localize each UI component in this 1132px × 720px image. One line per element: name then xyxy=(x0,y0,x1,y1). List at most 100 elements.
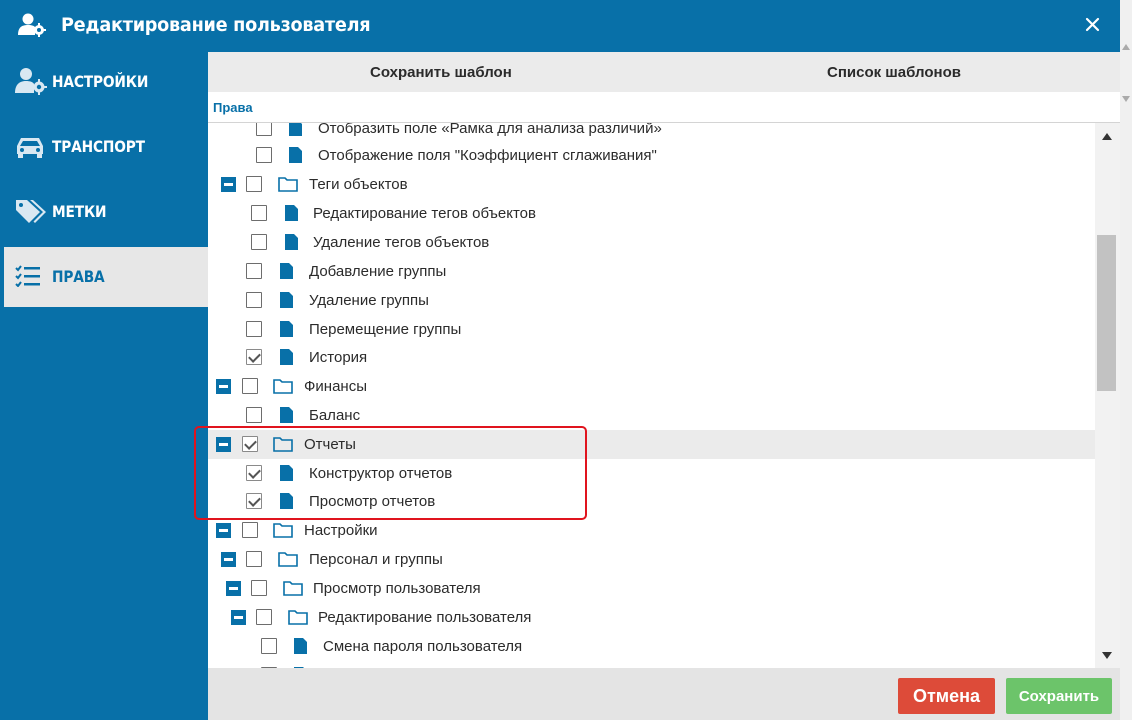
scroll-down-icon[interactable] xyxy=(1102,652,1112,659)
page-scroll-up-icon[interactable] xyxy=(1122,44,1130,50)
close-button[interactable] xyxy=(1082,14,1104,36)
tree-row: Теги объектов xyxy=(208,170,1095,199)
tree-row: Отчеты xyxy=(208,430,1095,459)
sidebar-item-label: НАСТРОЙКИ xyxy=(52,72,149,91)
section-title: Права xyxy=(213,100,253,115)
checkbox-checked[interactable] xyxy=(242,436,258,452)
tree-item-label: Персонал и группы xyxy=(309,551,443,568)
tree-row xyxy=(208,661,1095,668)
sidebar-item-label: ТРАНСПОРТ xyxy=(52,137,145,156)
tree-item-label: Перемещение группы xyxy=(309,321,462,338)
tree-item-label: Редактирование пользователя xyxy=(318,609,532,626)
tree-row: Редактирование пользователя xyxy=(208,603,1095,632)
tree-row: Настройки xyxy=(208,516,1095,545)
sidebar-item-transport[interactable]: ТРАНСПОРТ xyxy=(4,117,208,177)
tree-row: Баланс xyxy=(208,401,1095,430)
checkbox[interactable] xyxy=(261,638,277,654)
tags-icon xyxy=(15,198,47,229)
title-bar: Редактирование пользователя xyxy=(0,0,1120,52)
save-template-button[interactable]: Сохранить шаблон xyxy=(370,64,512,81)
checkbox[interactable] xyxy=(251,580,267,596)
document-icon xyxy=(280,292,293,308)
checkbox-checked[interactable] xyxy=(246,465,262,481)
document-icon xyxy=(280,349,293,365)
page-scrollbar[interactable] xyxy=(1120,0,1132,720)
folder-icon xyxy=(273,379,293,394)
document-icon xyxy=(289,147,302,163)
checkbox[interactable] xyxy=(246,407,262,423)
checkbox[interactable] xyxy=(246,321,262,337)
window-title: Редактирование пользователя xyxy=(61,14,371,36)
tree-row: Смена пароля пользователя xyxy=(208,632,1095,661)
save-button[interactable]: Сохранить xyxy=(1006,678,1112,714)
tree-row: Перемещение группы xyxy=(208,315,1095,344)
tree-item-label: Добавление группы xyxy=(309,263,447,280)
document-icon xyxy=(280,263,293,279)
tree-item-label: Удаление группы xyxy=(309,292,429,309)
checkbox[interactable] xyxy=(256,147,272,163)
folder-icon xyxy=(288,610,308,625)
sidebar-item-settings[interactable]: НАСТРОЙКИ xyxy=(4,52,208,112)
template-list-button[interactable]: Список шаблонов xyxy=(827,64,961,81)
scroll-up-icon[interactable] xyxy=(1102,133,1112,140)
document-icon xyxy=(294,638,307,654)
tree-row: История xyxy=(208,343,1095,372)
checkbox[interactable] xyxy=(256,123,272,136)
checkbox[interactable] xyxy=(251,234,267,250)
folder-icon xyxy=(283,581,303,596)
collapse-icon[interactable] xyxy=(221,552,236,567)
tree-item-label: Отобразить поле «Рамка для анализа разли… xyxy=(318,123,662,137)
document-icon xyxy=(280,321,293,337)
tree-row: Просмотр пользователя xyxy=(208,574,1095,603)
document-icon xyxy=(285,205,298,221)
document-icon xyxy=(280,493,293,509)
tree-item-label: Финансы xyxy=(304,378,367,395)
folder-icon xyxy=(273,437,293,452)
checkbox[interactable] xyxy=(242,378,258,394)
user-settings-icon xyxy=(18,13,46,42)
checkbox-checked[interactable] xyxy=(246,349,262,365)
tree-row: Просмотр отчетов xyxy=(208,487,1095,516)
tree-row: Редактирование тегов объектов xyxy=(208,199,1095,228)
tree-item-label: Отчеты xyxy=(304,436,356,453)
checklist-icon xyxy=(15,265,41,292)
folder-icon xyxy=(278,552,298,567)
collapse-icon[interactable] xyxy=(231,610,246,625)
tree-row: Отобразить поле «Рамка для анализа разли… xyxy=(208,123,1095,143)
dialog-footer: Отмена Сохранить xyxy=(208,668,1120,720)
vertical-scrollbar[interactable] xyxy=(1095,123,1120,668)
tree-item-label: Конструктор отчетов xyxy=(309,465,453,482)
tree-item-label: Баланс xyxy=(309,407,361,424)
checkbox[interactable] xyxy=(256,609,272,625)
tree-item-label: Редактирование тегов объектов xyxy=(313,205,536,222)
checkbox[interactable] xyxy=(246,263,262,279)
tree-row: Персонал и группы xyxy=(208,545,1095,574)
page-scroll-down-icon[interactable] xyxy=(1122,96,1130,102)
sidebar-item-rights[interactable]: ПРАВА xyxy=(4,247,208,307)
checkbox[interactable] xyxy=(246,292,262,308)
tree-item-label: Просмотр отчетов xyxy=(309,493,436,510)
sidebar: НАСТРОЙКИ ТРАНСПОРТ МЕТКИ ПРАВА xyxy=(0,52,208,720)
checkbox[interactable] xyxy=(242,522,258,538)
collapse-icon[interactable] xyxy=(226,581,241,596)
checkbox[interactable] xyxy=(246,551,262,567)
tree-row: Конструктор отчетов xyxy=(208,459,1095,488)
tree-row: Финансы xyxy=(208,372,1095,401)
scroll-thumb[interactable] xyxy=(1097,235,1116,391)
cancel-button[interactable]: Отмена xyxy=(898,678,995,714)
sidebar-item-tags[interactable]: МЕТКИ xyxy=(4,182,208,242)
collapse-icon[interactable] xyxy=(216,437,231,452)
permissions-tree: Отобразить поле «Рамка для анализа разли… xyxy=(208,123,1095,668)
tree-item-label: Настройки xyxy=(304,522,378,539)
checkbox[interactable] xyxy=(246,176,262,192)
collapse-icon[interactable] xyxy=(221,177,236,192)
checkbox[interactable] xyxy=(251,205,267,221)
tree-item-label: Удаление тегов объектов xyxy=(313,234,490,251)
collapse-icon[interactable] xyxy=(216,523,231,538)
checkbox-checked[interactable] xyxy=(246,493,262,509)
collapse-icon[interactable] xyxy=(216,379,231,394)
close-icon xyxy=(1085,17,1100,32)
document-icon xyxy=(280,465,293,481)
tree-row: Удаление группы xyxy=(208,286,1095,315)
tree-item-label: Теги объектов xyxy=(309,176,408,193)
